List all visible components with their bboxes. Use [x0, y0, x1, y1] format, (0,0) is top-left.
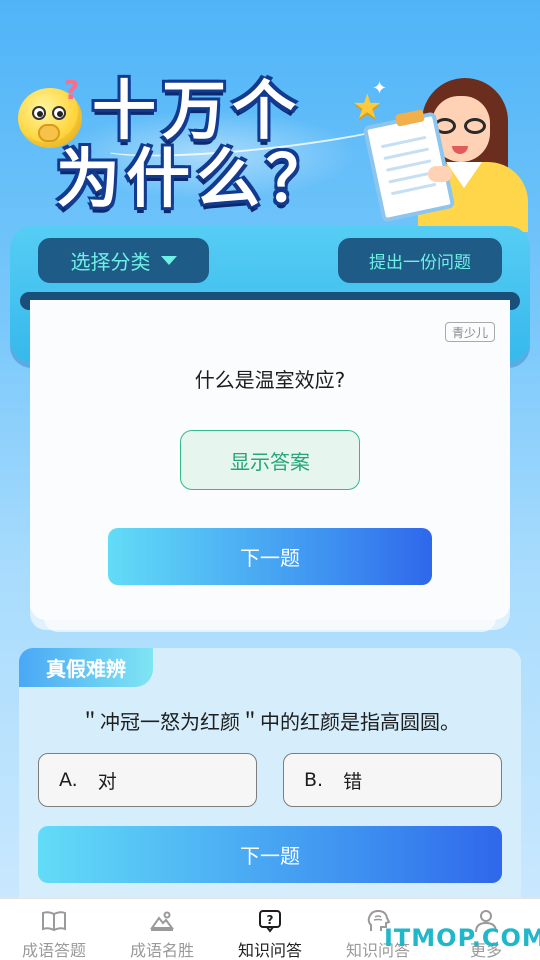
- question-text: 什么是温室效应?: [194, 368, 346, 392]
- teacher-illustration: [362, 70, 532, 232]
- option-a-text: 对: [97, 770, 117, 793]
- nav-item-knowledge-qa[interactable]: ? 知识问答: [216, 899, 324, 960]
- true-false-statement: ＂冲冠一怒为红颜＂中的红颜是指高圆圆。: [80, 710, 460, 734]
- caret-down-icon: [160, 256, 177, 265]
- nav-label: 成语名胜: [129, 941, 194, 960]
- select-category-label: 选择分类: [70, 250, 151, 274]
- hero-title-line1: 十万个: [92, 75, 302, 149]
- nav-label: 知识问答: [237, 941, 302, 960]
- question-bubble-icon: ?: [259, 910, 281, 933]
- question-mark-icon: ?: [64, 76, 80, 106]
- nav-item-idiom-places[interactable]: 成语名胜: [108, 899, 216, 960]
- ask-question-button[interactable]: 提出一份问题: [338, 238, 502, 283]
- watermark-text: ITMOP.COM: [384, 924, 540, 952]
- show-answer-button[interactable]: 显示答案: [180, 430, 360, 490]
- hero-title-line2: 为什么？: [56, 143, 336, 217]
- nav-label: 成语答题: [21, 941, 86, 960]
- next-true-false-button[interactable]: 下一题: [38, 826, 502, 883]
- book-icon: [42, 911, 66, 932]
- option-a-letter: A.: [59, 769, 78, 791]
- svg-text:?: ?: [267, 913, 274, 927]
- age-tag: 青少儿: [445, 322, 495, 342]
- true-false-tag: 真假难辨: [19, 648, 153, 687]
- nav-item-idiom-quiz[interactable]: 成语答题: [0, 899, 108, 960]
- hero-banner: ? 十万个 为什么？ ★ ✦: [0, 0, 540, 240]
- landscape-icon: [150, 911, 174, 931]
- option-b-letter: B.: [304, 769, 324, 791]
- select-category-button[interactable]: 选择分类: [38, 238, 209, 283]
- option-a-button[interactable]: A. 对: [38, 753, 257, 807]
- option-b-button[interactable]: B. 错: [283, 753, 502, 807]
- option-b-text: 错: [343, 770, 363, 793]
- next-question-button[interactable]: 下一题: [108, 528, 432, 585]
